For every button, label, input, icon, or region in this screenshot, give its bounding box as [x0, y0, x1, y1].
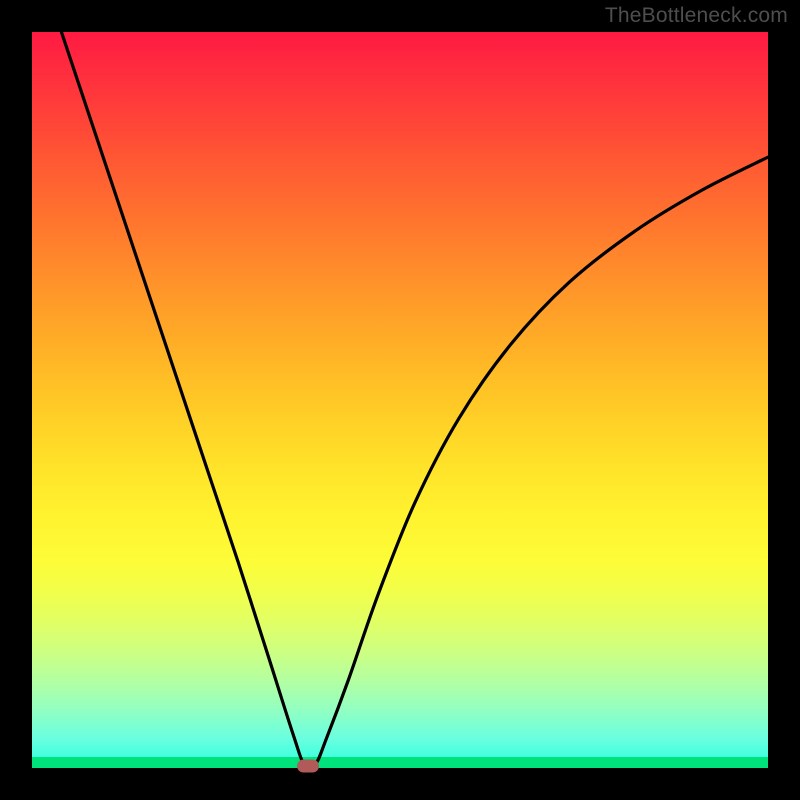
watermark-label: TheBottleneck.com: [605, 4, 788, 28]
curve-svg: [32, 32, 768, 768]
optimal-point-marker: [297, 759, 319, 772]
bottleneck-curve: [61, 32, 768, 768]
chart-container: TheBottleneck.com: [0, 0, 800, 800]
plot-area: [32, 32, 768, 768]
